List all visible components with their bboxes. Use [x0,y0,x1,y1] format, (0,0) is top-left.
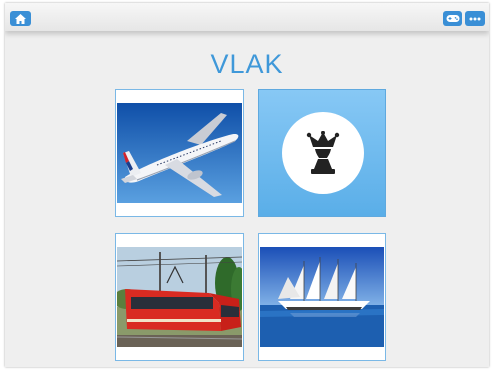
answer-card-tram[interactable] [115,233,244,361]
answer-card-airplane[interactable] [115,89,244,217]
more-dots-icon [469,17,481,20]
app-frame: VLAK [5,3,489,367]
answer-card-selected[interactable] [258,89,386,217]
word-title: VLAK [210,49,284,79]
home-button[interactable] [10,11,31,26]
home-icon [15,13,26,24]
top-toolbar [5,3,489,31]
more-button[interactable] [465,11,485,26]
gamepad-icon [446,15,459,22]
airplane-image [117,103,242,203]
answer-card-ship[interactable] [258,233,386,361]
placeholder-circle [282,112,364,194]
jester-icon [306,131,340,174]
sailing-ship-image [260,247,384,347]
tram-image [117,247,242,347]
game-button[interactable] [443,11,462,26]
